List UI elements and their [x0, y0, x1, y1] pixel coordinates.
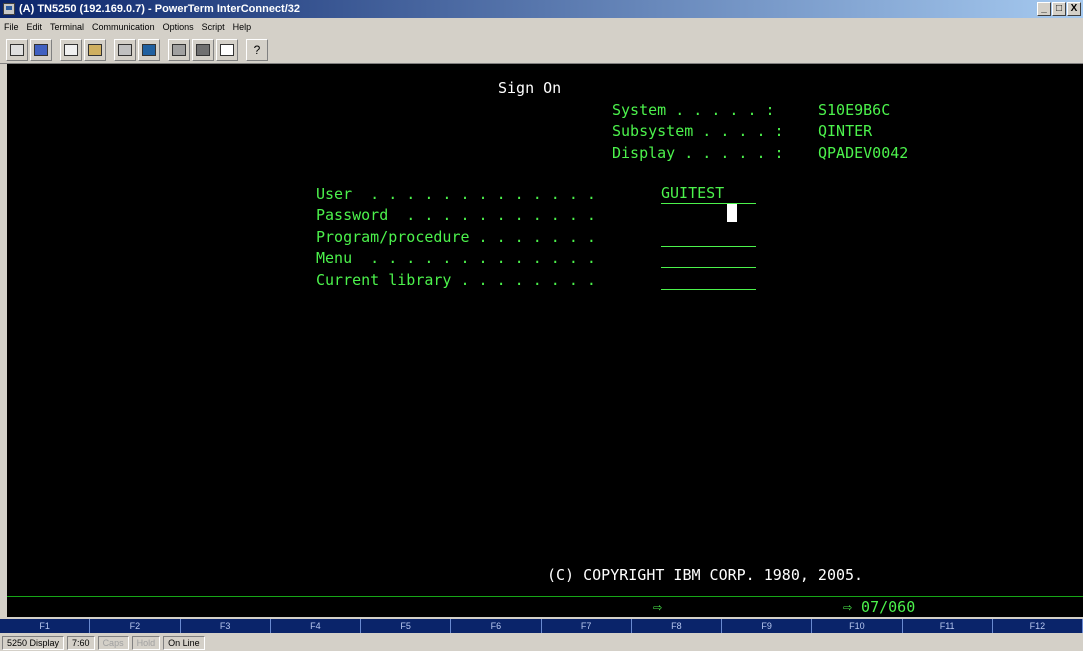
program-label: Program/procedure . . . . . . . [316, 228, 596, 246]
cursor-position: ⇨ 07/060 [843, 598, 916, 616]
display-label: Display . . . . . : [612, 144, 784, 162]
system-label: System . . . . . : [612, 101, 775, 119]
user-field[interactable]: GUITEST [661, 184, 756, 204]
display-value: QPADEV0042 [818, 144, 909, 162]
menu-field[interactable] [661, 248, 756, 268]
menu-help[interactable]: Help [229, 22, 256, 32]
menu-script[interactable]: Script [198, 22, 229, 32]
paste-icon[interactable] [84, 38, 106, 61]
f10-key[interactable]: F10 [812, 619, 903, 633]
subsystem-value: QINTER [818, 122, 873, 140]
f7-key[interactable]: F7 [542, 619, 632, 633]
keyboard-icon[interactable] [192, 38, 214, 61]
maximize-button[interactable]: □ [1052, 2, 1066, 16]
f9-key[interactable]: F9 [722, 619, 813, 633]
library-field[interactable] [661, 270, 756, 290]
text-cursor [727, 204, 737, 222]
system-value: S10E9B6C [818, 101, 891, 119]
minimize-button[interactable]: _ [1037, 2, 1051, 16]
terminal-screen[interactable]: Sign On System . . . . . : S10E9B6C Subs… [7, 64, 1083, 617]
subsystem-label: Subsystem . . . . : [612, 122, 784, 140]
f6-key[interactable]: F6 [451, 619, 542, 633]
menu-edit[interactable]: Edit [23, 22, 47, 32]
app-icon [3, 3, 15, 15]
status-hold: Hold [131, 636, 161, 650]
close-button[interactable]: X [1067, 2, 1081, 16]
f1-key[interactable]: F1 [0, 619, 91, 633]
f8-key[interactable]: F8 [632, 619, 722, 633]
f2-key[interactable]: F2 [90, 619, 181, 633]
arrow-icon: ⇨ [653, 598, 663, 616]
f11-key[interactable]: F11 [903, 619, 993, 633]
print-screen-icon[interactable] [6, 38, 28, 61]
status-caps: Caps [97, 636, 129, 650]
terminal-status-row: ⇨ ⇨ 07/060 [7, 597, 1083, 617]
library-label: Current library . . . . . . . . [316, 271, 596, 289]
screen-title: Sign On [498, 79, 562, 97]
status-online: On Line [163, 636, 205, 650]
copy-icon[interactable] [60, 38, 82, 61]
status-display-type: 5250 Display [2, 636, 65, 650]
menu-file[interactable]: File [0, 22, 23, 32]
grid-icon[interactable] [216, 38, 238, 61]
title-bar: (A) TN5250 (192.169.0.7) - PowerTerm Int… [0, 0, 1083, 18]
menu-terminal[interactable]: Terminal [46, 22, 88, 32]
password-label: Password . . . . . . . . . . . [316, 206, 596, 224]
help-icon[interactable]: ? [246, 38, 268, 61]
record-icon[interactable] [138, 38, 160, 61]
menu-label: Menu . . . . . . . . . . . . . [316, 249, 596, 267]
status-bar: 5250 Display 7:60 Caps Hold On Line [0, 635, 1083, 651]
function-key-bar: F1 F2 F3 F4 F5 F6 F7 F8 F9 F10 F11 F12 [0, 619, 1083, 633]
user-label: User . . . . . . . . . . . . . [316, 185, 596, 203]
program-field[interactable] [661, 227, 756, 247]
menu-options[interactable]: Options [159, 22, 198, 32]
printer-icon[interactable] [114, 38, 136, 61]
f3-key[interactable]: F3 [181, 619, 271, 633]
f5-key[interactable]: F5 [361, 619, 452, 633]
f4-key[interactable]: F4 [271, 619, 361, 633]
tools-icon[interactable] [168, 38, 190, 61]
toolbar: ? [0, 36, 1083, 64]
f12-key[interactable]: F12 [993, 619, 1083, 633]
connect-icon[interactable] [30, 38, 52, 61]
window-title: (A) TN5250 (192.169.0.7) - PowerTerm Int… [19, 3, 301, 15]
menu-bar: File Edit Terminal Communication Options… [0, 18, 1083, 35]
status-cursor-pos: 7:60 [67, 636, 95, 650]
copyright-text: (C) COPYRIGHT IBM CORP. 1980, 2005. [547, 566, 864, 584]
menu-communication[interactable]: Communication [88, 22, 159, 32]
